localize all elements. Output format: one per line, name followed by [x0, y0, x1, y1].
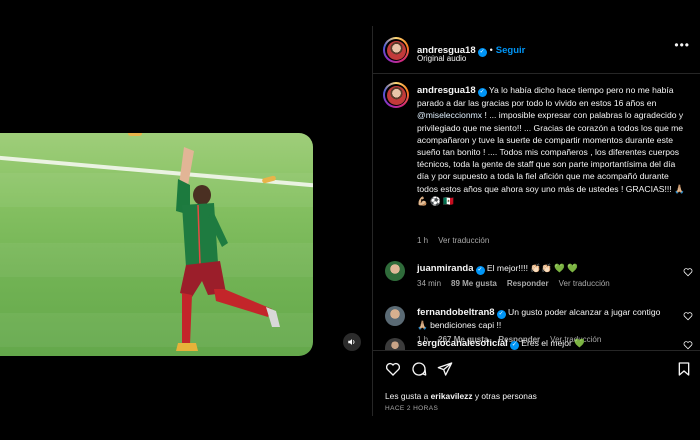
pitch-object: [128, 133, 142, 136]
comment-item: juanmiranda ✓ El mejor!!!! 👏🏻👏🏻 💚 💚: [417, 262, 673, 275]
comment-text: El mejor!!!! 👏🏻👏🏻 💚 💚: [486, 263, 578, 273]
comment-icon[interactable]: [411, 361, 427, 377]
verified-badge-icon: ✓: [477, 48, 487, 57]
author-avatar[interactable]: [383, 37, 409, 63]
comment-heart-icon[interactable]: [683, 267, 693, 277]
verified-badge-icon: ✓: [496, 310, 506, 319]
likes-suffix[interactable]: y otras personas: [473, 391, 537, 401]
verified-badge-icon: ✓: [509, 341, 519, 350]
comment-item: sergiocanalesoficial ✓ Eres el mejor 💚: [417, 337, 673, 350]
post-header: andresgua18 ✓ • Seguir Original audio •••: [373, 26, 700, 74]
verified-badge-icon: ✓: [475, 266, 485, 275]
comment-likes[interactable]: 89 Me gusta: [451, 279, 497, 288]
mute-button[interactable]: [343, 333, 361, 351]
comment-heart-icon[interactable]: [683, 340, 693, 350]
audio-label[interactable]: Original audio: [417, 54, 466, 63]
post-timestamp[interactable]: HACE 2 HORAS: [385, 405, 438, 412]
likes-prefix: Les gusta a: [385, 391, 431, 401]
comment-username[interactable]: sergiocanalesoficial: [417, 338, 508, 349]
player-figure: [176, 147, 280, 351]
verified-badge-icon: ✓: [477, 88, 487, 97]
comment-translate[interactable]: Ver traducción: [559, 279, 610, 288]
caption: andresgua18 ✓ Ya lo había dicho hace tiem…: [417, 84, 689, 207]
likes-user[interactable]: erikavilezz: [431, 391, 473, 401]
share-icon[interactable]: [437, 361, 453, 377]
caption-time[interactable]: 1 h: [417, 236, 428, 245]
bookmark-icon[interactable]: [676, 361, 692, 377]
caption-username[interactable]: andresgua18: [417, 85, 476, 96]
caption-mention[interactable]: @miseleccionmx: [417, 110, 482, 120]
comment-username[interactable]: fernandobeltran8: [417, 307, 495, 318]
caption-avatar[interactable]: [383, 82, 409, 108]
comment-time[interactable]: 34 min: [417, 279, 441, 288]
comment-meta: 34 min 89 Me gusta Responder Ver traducción: [417, 279, 620, 288]
post-video[interactable]: [0, 133, 313, 356]
speaker-icon: [348, 339, 355, 345]
caption-text-part2: ! ... imposible expresar con palabras lo…: [417, 110, 685, 206]
comment-reply[interactable]: Responder: [507, 279, 549, 288]
comments-section[interactable]: andresgua18 ✓ Ya lo había dicho hace tiem…: [373, 74, 700, 350]
media-pane: [0, 0, 372, 440]
comment-username[interactable]: juanmiranda: [417, 263, 474, 274]
comment-avatar[interactable]: [385, 261, 405, 281]
comment-item: fernandobeltran8 ✓ Un gusto poder alcanza…: [417, 306, 673, 331]
likes-summary: Les gusta a erikavilezz y otras personas: [385, 391, 537, 401]
post-side-panel: andresgua18 ✓ • Seguir Original audio ••• a…: [372, 26, 700, 416]
caption-meta: 1 h Ver traducción: [417, 236, 499, 245]
separator-dot: •: [489, 45, 493, 55]
heart-icon[interactable]: [385, 361, 401, 377]
action-bar: Les gusta a erikavilezz y otras personas…: [373, 350, 700, 416]
comment-text: Eres el mejor 💚: [521, 338, 585, 348]
comment-avatar[interactable]: [385, 306, 405, 326]
follow-button[interactable]: Seguir: [496, 45, 526, 56]
more-icon[interactable]: •••: [674, 38, 690, 52]
comment-heart-icon[interactable]: [683, 311, 693, 321]
caption-translate[interactable]: Ver traducción: [438, 236, 489, 245]
